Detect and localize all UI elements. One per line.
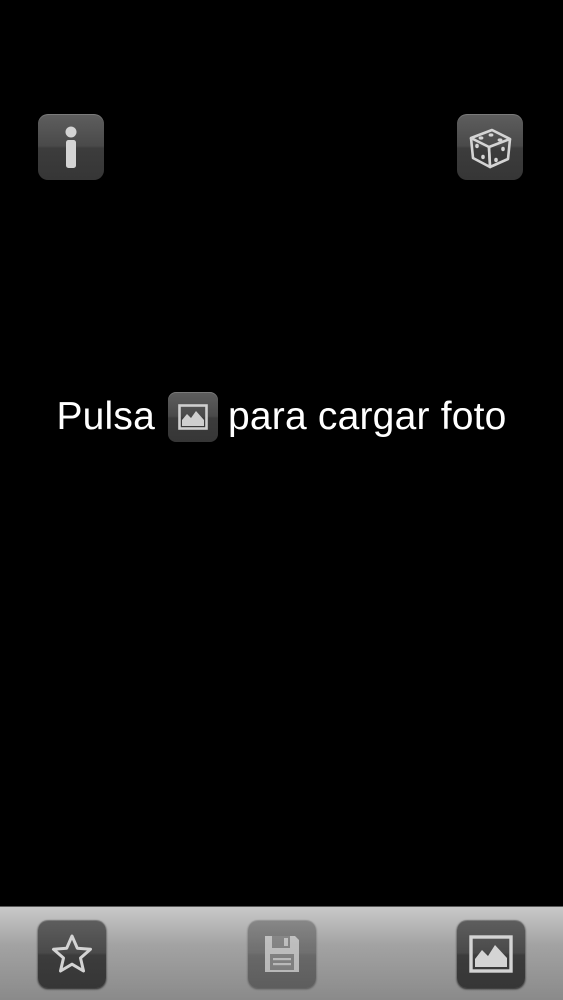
random-dice-button[interactable]	[457, 114, 523, 180]
bottom-toolbar	[0, 906, 563, 1000]
load-photo-button[interactable]	[457, 920, 525, 988]
dice-icon	[469, 128, 512, 169]
app-screen: Pulsa para cargar foto	[0, 0, 563, 1000]
load-photo-prompt: Pulsa para cargar foto	[0, 390, 563, 444]
photo-icon	[178, 404, 208, 430]
prompt-text-before: Pulsa	[56, 395, 156, 438]
favorites-button[interactable]	[38, 920, 106, 988]
prompt-photo-icon-tile	[168, 392, 219, 442]
photo-icon	[469, 935, 513, 973]
star-icon	[52, 934, 92, 973]
prompt-text-after: para cargar foto	[228, 395, 507, 438]
save-button[interactable]	[248, 920, 316, 988]
floppy-disk-icon	[265, 936, 299, 972]
info-button[interactable]	[38, 114, 104, 180]
info-icon	[65, 126, 77, 168]
